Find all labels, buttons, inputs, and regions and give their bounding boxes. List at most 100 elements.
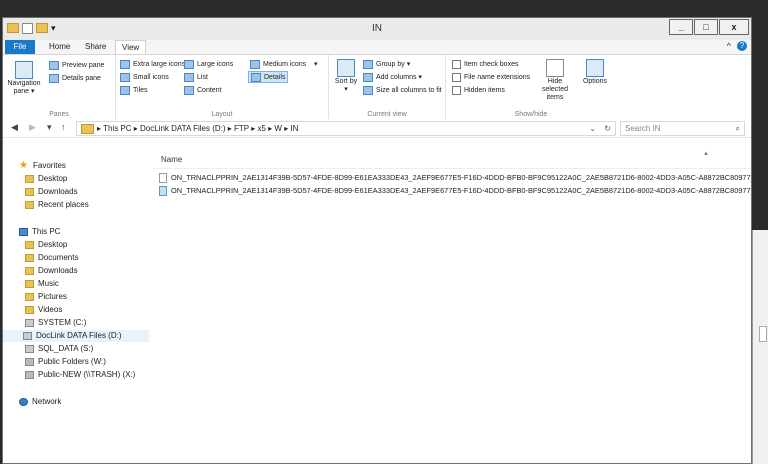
tab-view[interactable]: View	[115, 40, 147, 54]
nav-network[interactable]: Network	[19, 396, 61, 408]
column-divider	[153, 168, 751, 169]
forward-button[interactable]: ▶	[29, 122, 36, 133]
nav-favorites[interactable]: ★ Favorites	[19, 160, 66, 172]
file-name-extensions[interactable]: File name extensions	[452, 72, 530, 82]
crumb-ftp[interactable]: FTP	[234, 124, 249, 133]
group-show-hide: Item check boxes File name extensions Hi…	[446, 55, 616, 119]
layout-large-icons[interactable]: Large icons	[184, 59, 233, 69]
drive-icon	[25, 319, 34, 327]
layout-extra-large-icons[interactable]: Extra large icons	[120, 59, 185, 69]
nav-fav-desktop[interactable]: Desktop	[25, 173, 67, 185]
layout-list[interactable]: List	[184, 72, 208, 82]
nav-network-label: Network	[32, 397, 62, 406]
crumb-x5[interactable]: x5	[257, 124, 265, 133]
address-dropdown-icon[interactable]: ⌄	[589, 124, 596, 133]
back-button[interactable]: ◀	[11, 122, 18, 133]
nav-pc-downloads[interactable]: Downloads	[25, 265, 78, 277]
preview-pane-button[interactable]: Preview pane	[49, 60, 104, 70]
nav-fav-downloads-label: Downloads	[38, 187, 78, 196]
minimize-button[interactable]: _	[669, 19, 693, 35]
search-input[interactable]: Search IN ⌕	[620, 121, 745, 136]
hide-selected-items-label: Hide selected items	[541, 78, 569, 101]
layout-tiles[interactable]: Tiles	[120, 85, 148, 95]
hidden-items[interactable]: Hidden items	[452, 85, 505, 95]
nav-pc-music[interactable]: Music	[25, 278, 59, 290]
file-name-extensions-checkbox[interactable]	[452, 72, 461, 82]
tab-file[interactable]: File	[5, 40, 35, 54]
group-label-current-view: Current view	[367, 111, 407, 118]
nav-fav-recent-label: Recent places	[38, 200, 89, 209]
details-label: Details	[264, 73, 286, 81]
nav-pc-desktop[interactable]: Desktop	[25, 239, 67, 251]
group-by-icon	[363, 59, 373, 69]
close-button[interactable]: x	[719, 19, 749, 35]
nav-pc-pictures[interactable]: Pictures	[25, 291, 67, 303]
file-row[interactable]: ON_TRNACLPPRIN_2AE1314F39B-5D57-4FDE-8D9…	[159, 185, 751, 197]
item-check-boxes[interactable]: Item check boxes	[452, 59, 518, 69]
refresh-icon[interactable]: ↻	[604, 124, 611, 133]
column-header-name[interactable]: Name	[161, 155, 182, 164]
nav-pc-pictures-label: Pictures	[38, 292, 67, 301]
hide-selected-items-button[interactable]: Hide selected items	[534, 59, 576, 102]
navigation-pane-icon	[15, 61, 33, 79]
file-icon	[159, 186, 167, 196]
sort-by-label: Sort by ▾	[334, 78, 358, 93]
nav-pc-doclink-d[interactable]: DocLink DATA Files (D:)	[3, 330, 149, 342]
layout-content[interactable]: Content	[184, 85, 222, 95]
help-icon[interactable]: ?	[737, 41, 747, 51]
address-controls: ⌄ ↻	[589, 122, 611, 135]
tab-home[interactable]: Home	[43, 40, 76, 54]
search-placeholder: Search IN	[625, 124, 661, 133]
collapse-ribbon-icon[interactable]: ^	[727, 41, 731, 51]
nav-this-pc[interactable]: This PC	[19, 226, 60, 238]
layout-details[interactable]: Details	[248, 71, 289, 83]
videos-icon	[25, 306, 34, 314]
desktop-icon	[25, 175, 34, 183]
recent-places-icon	[25, 201, 34, 209]
size-columns-icon	[363, 85, 373, 95]
add-columns-label: Add columns ▾	[376, 74, 422, 81]
hidden-items-checkbox[interactable]	[452, 85, 461, 95]
sort-by-button[interactable]: Sort by ▾	[333, 59, 359, 94]
group-by-button[interactable]: Group by ▾	[363, 59, 410, 69]
layout-medium-icons[interactable]: Medium icons	[250, 59, 306, 69]
group-by-label: Group by ▾	[376, 61, 411, 68]
address-box[interactable]: ▸ This PC ▸ DocLink DATA Files (D:) ▸ FT…	[76, 121, 616, 136]
desktop-folder-icon	[25, 241, 34, 249]
navigation-pane-label: Navigation pane ▾	[7, 80, 41, 95]
group-panes: Navigation pane ▾ Preview pane Details p…	[3, 55, 116, 119]
nav-pc-public-new[interactable]: Public-NEW (\\TRASH) (X:)	[25, 369, 135, 381]
nav-pc-sql-data[interactable]: SQL_DATA (S:)	[25, 343, 93, 355]
layout-small-icons[interactable]: Small icons	[120, 72, 169, 82]
crumb-w[interactable]: W	[274, 124, 282, 133]
nav-pc-desktop-label: Desktop	[38, 240, 68, 249]
crumb-this-pc[interactable]: This PC	[103, 124, 131, 133]
crumb-doclink-data[interactable]: DocLink DATA Files (D:)	[140, 124, 226, 133]
preview-pane-icon	[49, 60, 59, 70]
search-icon[interactable]: ⌕	[736, 122, 740, 135]
nav-pc-system-c[interactable]: SYSTEM (C:)	[25, 317, 86, 329]
item-check-boxes-checkbox[interactable]	[452, 59, 461, 69]
large-icons-label: Large icons	[197, 60, 234, 68]
nav-pc-videos[interactable]: Videos	[25, 304, 62, 316]
details-pane-button[interactable]: Details pane	[49, 73, 101, 83]
maximize-button[interactable]: □	[694, 19, 718, 35]
medium-icons-label: Medium icons	[263, 60, 307, 68]
nav-pc-sql-data-label: SQL_DATA (S:)	[38, 344, 94, 353]
up-arrow-icon[interactable]: ↑	[61, 122, 66, 132]
layout-scroll[interactable]: ▾	[314, 59, 318, 69]
nav-pc-public-folders[interactable]: Public Folders (W:)	[25, 356, 106, 368]
crumb-in[interactable]: IN	[290, 124, 298, 133]
nav-fav-recent[interactable]: Recent places	[25, 199, 89, 211]
nav-pc-documents[interactable]: Documents	[25, 252, 78, 264]
recent-locations-dropdown[interactable]: ▾	[47, 122, 52, 133]
music-icon	[25, 280, 34, 288]
tab-share[interactable]: Share	[79, 40, 112, 54]
navigation-pane-button[interactable]: Navigation pane ▾	[7, 61, 41, 96]
add-columns-button[interactable]: Add columns ▾	[363, 72, 422, 82]
size-all-columns-button[interactable]: Size all columns to fit	[363, 85, 442, 95]
nav-fav-downloads[interactable]: Downloads	[25, 186, 78, 198]
file-row[interactable]: ON_TRNACLPPRIN_2AE1314F39B-5D57-4FDE-8D9…	[159, 172, 751, 184]
options-button[interactable]: Options	[580, 59, 610, 86]
explorer-window: ▾ IN _ □ x File Home Share View ^ ? Navi…	[2, 17, 752, 464]
